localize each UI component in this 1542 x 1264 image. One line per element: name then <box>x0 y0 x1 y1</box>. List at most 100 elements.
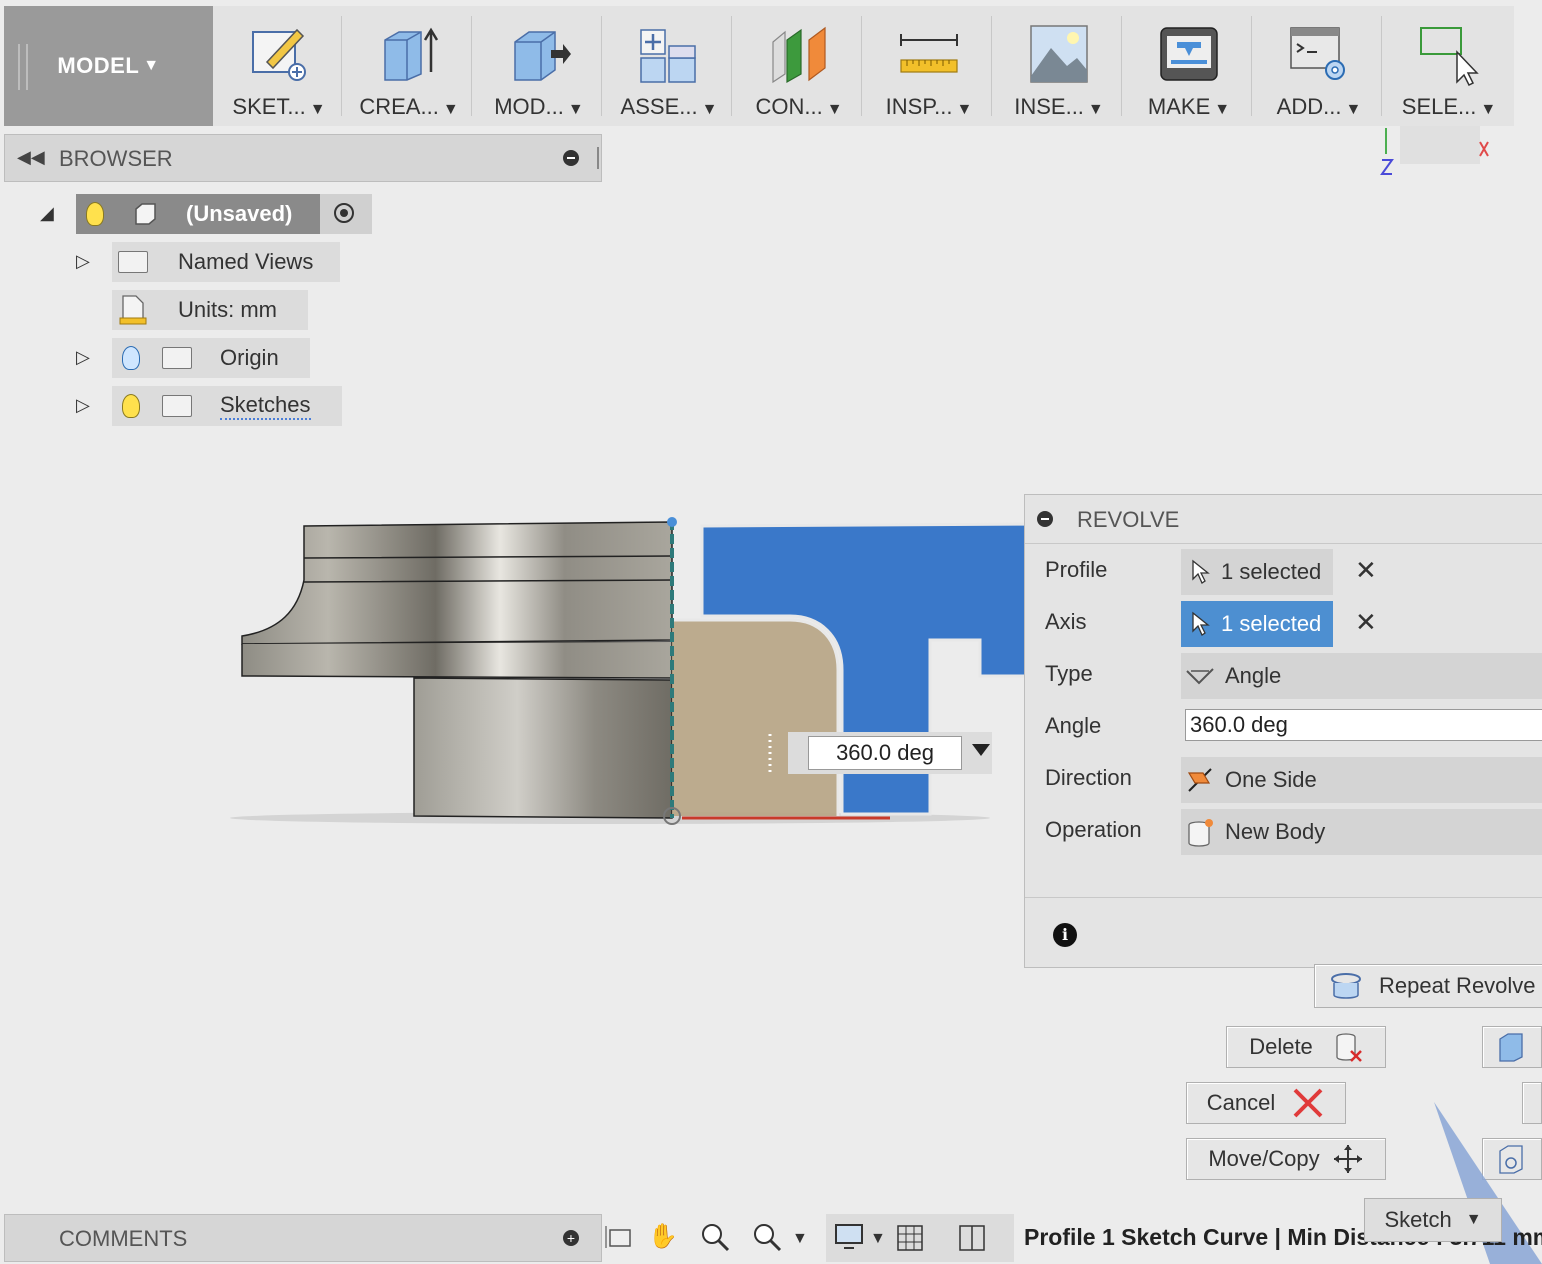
toolbar-add-ins[interactable]: ADD... ▼ <box>1254 6 1384 126</box>
chevron-down-icon: ▼ <box>1480 101 1497 118</box>
move-copy-label: Move/Copy <box>1208 1146 1320 1171</box>
cancel-button[interactable]: Cancel <box>1186 1082 1346 1124</box>
toolbar-assemble[interactable]: ASSE... ▼ <box>604 6 734 126</box>
info-icon[interactable]: i <box>1053 923 1077 947</box>
toolbar-create[interactable]: CREA... ▼ <box>344 6 474 126</box>
chevron-down-icon[interactable]: ▼ <box>792 1230 808 1248</box>
revolve-dialog: REVOLVE Profile 1 selected ✕ Axis 1 sele… <box>1024 494 1542 968</box>
operation-label: Operation <box>1045 817 1142 842</box>
browser-item-origin[interactable]: Origin <box>112 338 310 378</box>
operation-dropdown[interactable]: New Body <box>1181 809 1542 855</box>
workspace-label: MODEL <box>57 53 140 78</box>
orbit-icon[interactable] <box>604 1222 634 1252</box>
toolbar-sketch-label: SKET... <box>232 94 306 119</box>
resize-grip[interactable] <box>597 147 599 169</box>
profile-label: Profile <box>1045 557 1108 582</box>
select-cursor-icon <box>1192 611 1210 636</box>
toolbar-create-label: CREA... <box>359 94 439 119</box>
browser-root[interactable]: (Unsaved) <box>76 194 372 234</box>
angle-label: Angle <box>1045 713 1102 738</box>
make-3d-print-icon <box>1160 27 1218 81</box>
sketch-dropdown[interactable]: Sketch ▼ <box>1364 1198 1502 1242</box>
toolbar-inspect[interactable]: INSP... ▼ <box>864 6 994 126</box>
type-dropdown[interactable]: Angle <box>1181 653 1542 699</box>
display-settings-icon[interactable] <box>834 1222 866 1252</box>
toolbar-sketch[interactable]: SKET... ▼ <box>214 6 344 126</box>
grid-settings-icon[interactable] <box>896 1224 924 1252</box>
minimize-icon[interactable] <box>563 150 579 166</box>
revolve-header[interactable]: REVOLVE <box>1025 495 1542 544</box>
folder-icon <box>162 395 192 417</box>
component-icon <box>135 203 156 225</box>
assemble-icon <box>640 29 696 83</box>
visibility-bulb-icon[interactable] <box>122 346 140 370</box>
operation-value: New Body <box>1225 819 1326 844</box>
toolbar-select-label: SELE... <box>1401 94 1477 119</box>
workspace-switcher[interactable]: MODEL ▼ <box>4 6 213 126</box>
toolbar-divider <box>1251 16 1252 116</box>
chevron-down-icon: ▼ <box>1345 101 1362 118</box>
add-comment-icon[interactable]: + <box>563 1230 579 1246</box>
chevron-down-icon: ▼ <box>701 101 718 118</box>
viewports-icon[interactable] <box>958 1224 986 1252</box>
view-cube[interactable] <box>1368 124 1508 180</box>
revolve-preview-model[interactable] <box>230 500 1030 840</box>
new-body-icon <box>1188 819 1213 847</box>
repeat-revolve-button[interactable]: Repeat Revolve <box>1314 964 1542 1008</box>
visibility-bulb-icon[interactable] <box>122 394 140 418</box>
expand-triangle-icon[interactable]: ▷ <box>76 251 90 272</box>
minimize-icon[interactable] <box>1037 511 1053 527</box>
activate-radio-icon[interactable] <box>334 203 354 223</box>
expand-triangle-icon[interactable]: ▷ <box>76 347 90 368</box>
angle-input[interactable]: 360.0 deg <box>1185 709 1542 741</box>
construct-plane-icon <box>772 26 826 84</box>
folder-icon <box>162 347 192 369</box>
zoom-icon[interactable] <box>700 1222 732 1252</box>
browser-item-label: Named Views <box>178 249 314 274</box>
browser-item-named-views[interactable]: Named Views <box>112 242 340 282</box>
toolbar-divider <box>341 16 342 116</box>
toolbar-divider <box>861 16 862 116</box>
axis-selector[interactable]: 1 selected <box>1181 601 1333 647</box>
toolbar-inspect-label: INSP... <box>885 94 953 119</box>
direction-dropdown[interactable]: One Side <box>1181 757 1542 803</box>
visibility-bulb-icon[interactable] <box>86 202 104 226</box>
toolbar-make[interactable]: MAKE ▼ <box>1124 6 1254 126</box>
dropdown-arrow-icon[interactable] <box>972 744 990 756</box>
delete-button[interactable]: Delete <box>1226 1026 1386 1068</box>
angle-manipulator[interactable]: 360.0 deg <box>788 732 992 774</box>
clear-profile-icon[interactable]: ✕ <box>1355 555 1377 586</box>
toolbar-modify[interactable]: MOD... ▼ <box>474 6 604 126</box>
comments-panel[interactable]: COMMENTS + <box>4 1214 602 1262</box>
chevron-down-icon[interactable]: ▼ <box>870 1230 886 1248</box>
toolbar-construct[interactable]: CON... ▼ <box>734 6 864 126</box>
delete-label: Delete <box>1249 1034 1313 1059</box>
folder-icon <box>118 251 148 273</box>
angle-canvas-input[interactable]: 360.0 deg <box>808 736 962 770</box>
chevron-down-icon: ▼ <box>309 101 326 118</box>
zoom-window-icon[interactable] <box>752 1222 784 1252</box>
toolbar-select[interactable]: SELE... ▼ <box>1384 6 1514 126</box>
move-copy-button[interactable]: Move/Copy <box>1186 1138 1386 1180</box>
browser-item-label: Origin <box>220 345 279 370</box>
toolbar-divider <box>1121 16 1122 116</box>
marking-menu-extrude-button[interactable] <box>1482 1026 1542 1068</box>
chevron-down-icon: ▼ <box>1214 101 1231 118</box>
inspect-measure-icon <box>900 34 958 73</box>
collapse-triangle-icon[interactable]: ◢ <box>40 203 54 224</box>
collapse-browser-icon[interactable]: ◀◀ <box>17 147 45 168</box>
toolbar-grip[interactable] <box>18 44 28 90</box>
browser-item-units[interactable]: Units: mm <box>112 290 308 330</box>
profile-selector[interactable]: 1 selected <box>1181 549 1333 595</box>
select-window-icon <box>1420 27 1479 86</box>
pan-hand-icon[interactable]: ✋ <box>648 1222 678 1251</box>
toolbar-insert[interactable]: INSE... ▼ <box>994 6 1124 126</box>
toolbar-modify-label: MOD... <box>494 94 564 119</box>
root-label: (Unsaved) <box>186 201 293 226</box>
browser-item-sketches[interactable]: Sketches <box>112 386 342 426</box>
browser-header[interactable]: ◀◀ BROWSER <box>4 134 602 182</box>
chevron-down-icon: ▼ <box>1465 1211 1482 1228</box>
clear-axis-icon[interactable]: ✕ <box>1355 607 1377 638</box>
expand-triangle-icon[interactable]: ▷ <box>76 395 90 416</box>
type-label: Type <box>1045 661 1093 686</box>
